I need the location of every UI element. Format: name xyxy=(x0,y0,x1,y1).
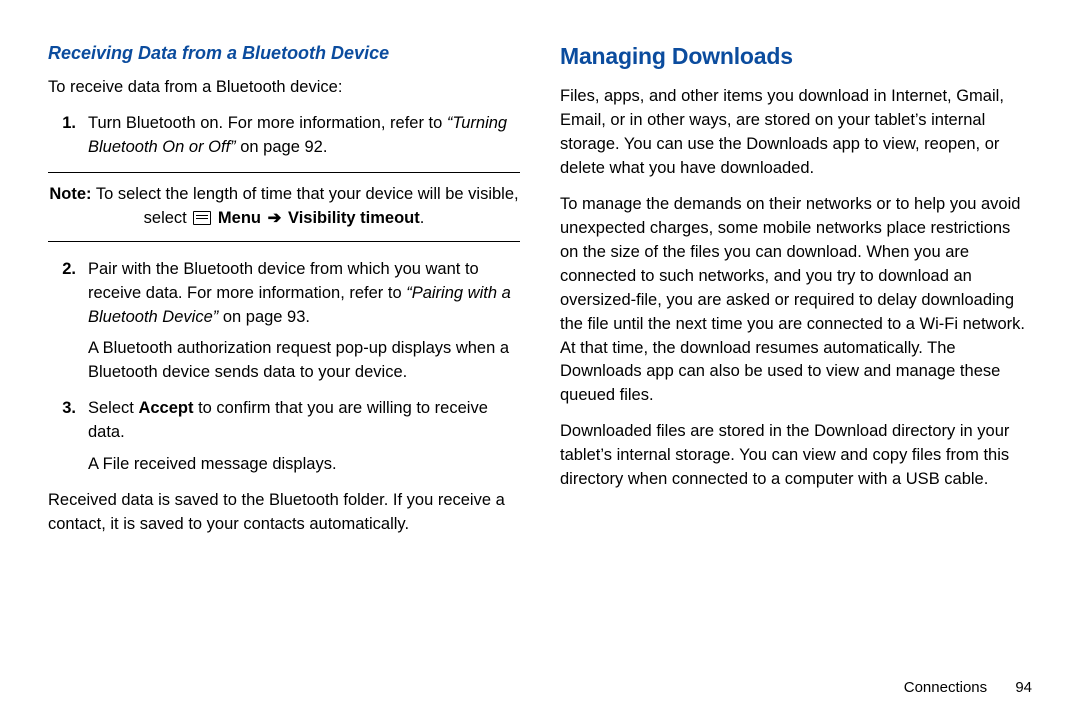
right-column: Managing Downloads Files, apps, and othe… xyxy=(560,40,1032,549)
arrow-icon: ➔ xyxy=(266,209,284,227)
note-box: Note: To select the length of time that … xyxy=(48,172,520,242)
step-number: 3. xyxy=(48,397,88,477)
section-label: Connections xyxy=(904,679,987,696)
step-body: Turn Bluetooth on. For more information,… xyxy=(88,112,520,160)
intro-text: To receive data from a Bluetooth device: xyxy=(48,76,520,100)
page-footer: Connections 94 xyxy=(904,679,1032,696)
menu-icon xyxy=(193,211,211,225)
paragraph: To manage the demands on their networks … xyxy=(560,193,1032,408)
subsection-heading: Receiving Data from a Bluetooth Device xyxy=(48,40,520,66)
paragraph: Files, apps, and other items you downloa… xyxy=(560,85,1032,181)
left-column: Receiving Data from a Bluetooth Device T… xyxy=(48,40,520,549)
step-number: 1. xyxy=(48,112,88,160)
step-body: Select Accept to confirm that you are wi… xyxy=(88,397,520,477)
paragraph: Downloaded files are stored in the Downl… xyxy=(560,420,1032,492)
page-number: 94 xyxy=(1015,679,1032,696)
section-heading: Managing Downloads xyxy=(560,40,1032,73)
outro-text: Received data is saved to the Bluetooth … xyxy=(48,489,520,537)
step-number: 2. xyxy=(48,258,88,386)
step-body: Pair with the Bluetooth device from whic… xyxy=(88,258,520,386)
